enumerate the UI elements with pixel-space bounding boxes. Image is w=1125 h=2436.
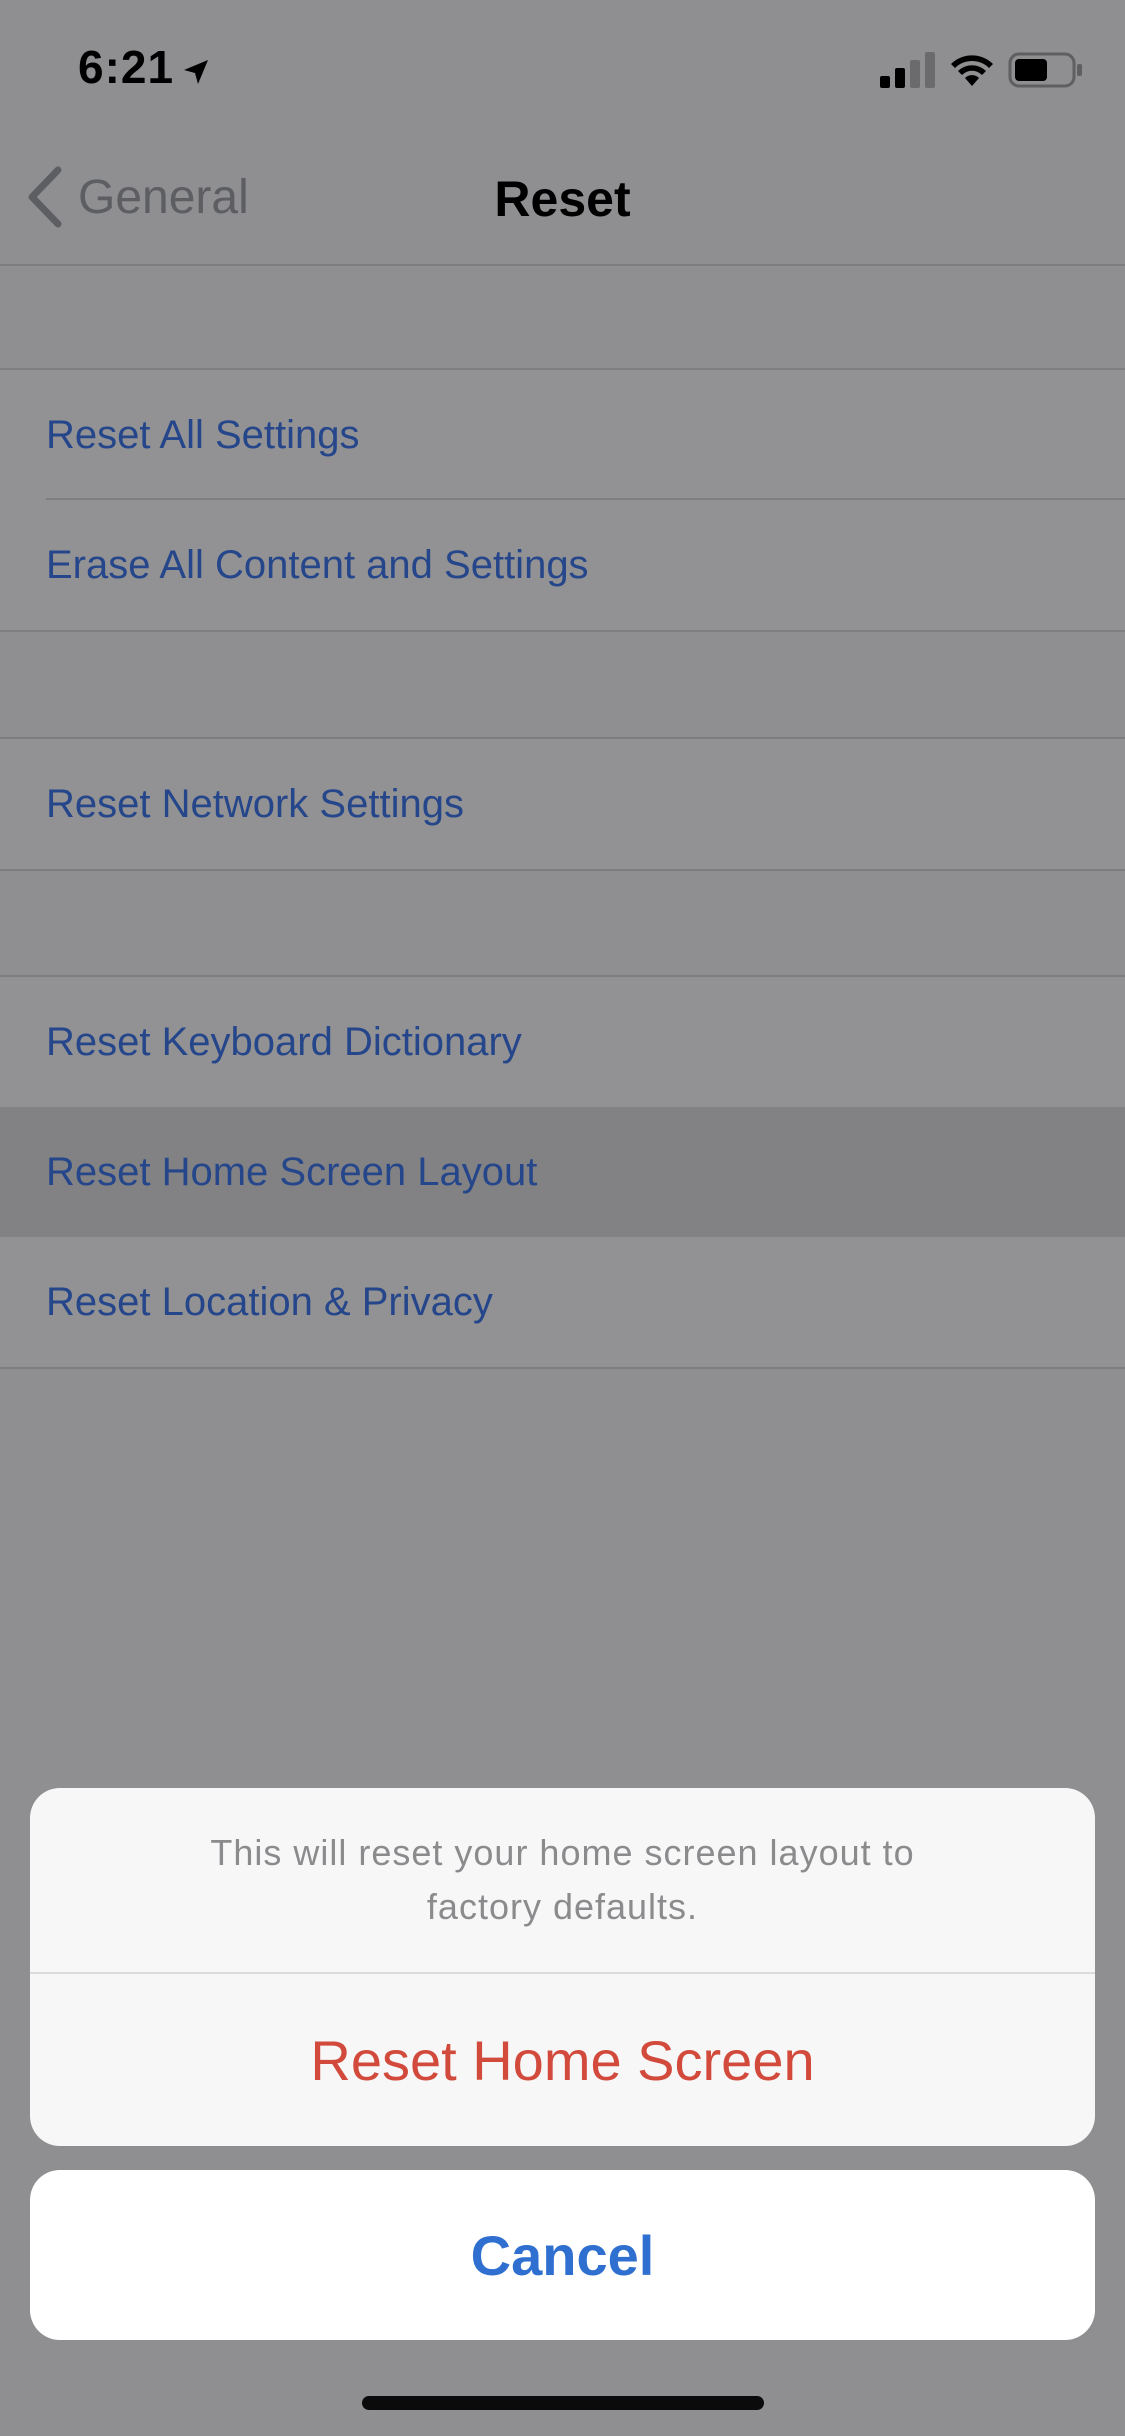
reset-all-settings-cell[interactable]: Reset All Settings: [0, 370, 1125, 500]
location-arrow-icon: [184, 60, 208, 84]
page-title: Reset: [494, 171, 631, 227]
cell-label: Reset Keyboard Dictionary: [46, 1019, 522, 1064]
reset-home-screen-button[interactable]: Reset Home Screen: [30, 1974, 1095, 2146]
settings-group-2: Reset Network Settings: [0, 737, 1125, 871]
wifi-icon: [951, 55, 993, 86]
cell-label: Erase All Content and Settings: [46, 542, 589, 587]
reset-keyboard-dictionary-cell[interactable]: Reset Keyboard Dictionary: [0, 977, 1125, 1107]
cell-label: Reset Network Settings: [46, 781, 464, 826]
reset-location-privacy-cell[interactable]: Reset Location & Privacy: [0, 1237, 1125, 1367]
cell-label: Reset Location & Privacy: [46, 1279, 493, 1324]
screen: 6:21 General Reset Reset All Settings Er…: [0, 0, 1125, 2436]
cancel-button[interactable]: Cancel: [30, 2170, 1095, 2340]
action-sheet-message: This will reset your home screen layout …: [30, 1788, 1095, 1974]
battery-icon: [1008, 52, 1082, 88]
erase-all-content-cell[interactable]: Erase All Content and Settings: [0, 500, 1125, 630]
navigation-bar: General Reset: [0, 130, 1125, 266]
status-time: 6:21: [78, 41, 175, 93]
reset-network-settings-cell[interactable]: Reset Network Settings: [0, 739, 1125, 869]
action-sheet: This will reset your home screen layout …: [30, 1788, 1095, 2146]
action-sheet-message-text: This will reset your home screen layout …: [210, 1832, 915, 1927]
cell-label: Reset Home Screen Layout: [46, 1149, 538, 1194]
home-indicator[interactable]: [362, 2396, 764, 2410]
settings-group-1: Reset All Settings Erase All Content and…: [0, 368, 1125, 632]
cell-label: Reset All Settings: [46, 412, 360, 457]
status-bar: 6:21: [0, 0, 1125, 130]
cellular-signal-icon: [880, 52, 935, 88]
reset-home-screen-layout-cell[interactable]: Reset Home Screen Layout: [0, 1107, 1125, 1237]
settings-group-3: Reset Keyboard Dictionary Reset Home Scr…: [0, 975, 1125, 1369]
